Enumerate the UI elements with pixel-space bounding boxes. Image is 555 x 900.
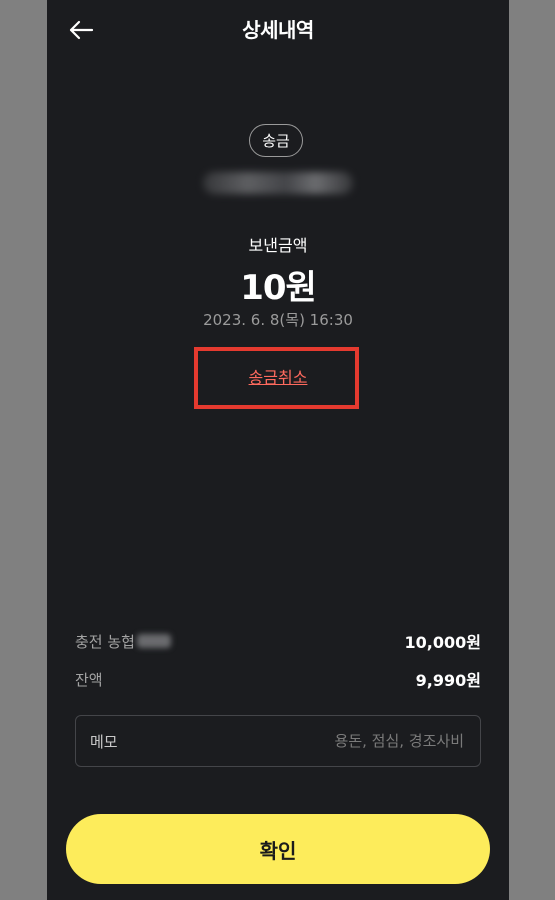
amount-value: 10원 (240, 268, 317, 308)
balance-value: 9,990원 (415, 671, 481, 690)
charge-label: 충전 농협 (75, 632, 135, 651)
recipient-name-blurred (203, 172, 353, 194)
header: 상세내역 (47, 0, 509, 60)
balance-label: 잔액 (75, 670, 103, 689)
account-name-blurred (136, 634, 171, 648)
memo-label: 메모 (90, 732, 118, 751)
confirm-button[interactable]: 확인 (66, 814, 490, 884)
memo-input[interactable] (117, 731, 466, 751)
charge-value: 10,000원 (404, 633, 481, 652)
detail-screen: 상세내역 송금 보낸금액 10원 2023. 6. 8(목) 16:30 송금취… (47, 0, 509, 900)
transaction-type-badge: 송금 (249, 124, 303, 157)
memo-field[interactable]: 메모 (75, 715, 481, 767)
charge-label-wrap: 충전 농협 (75, 631, 171, 652)
balance-row: 잔액 9,990원 (75, 667, 481, 691)
amount-label: 보낸금액 (248, 236, 308, 255)
cancel-transfer-link[interactable]: 송금취소 (47, 364, 509, 388)
page-title: 상세내역 (242, 18, 314, 42)
transaction-datetime: 2023. 6. 8(목) 16:30 (203, 311, 353, 329)
charge-row: 충전 농협 10,000원 (75, 629, 481, 653)
